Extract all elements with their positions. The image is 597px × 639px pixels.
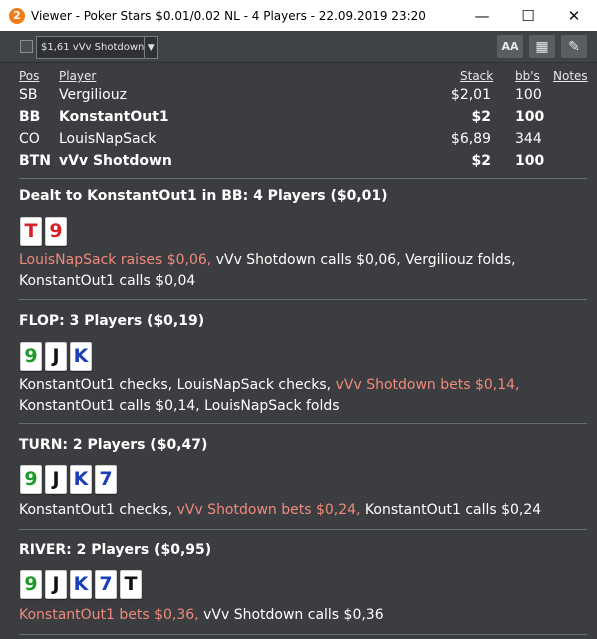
row-btn-bbs: 100 bbox=[515, 153, 545, 169]
row-bb-pos: BB bbox=[19, 109, 41, 125]
card: K bbox=[70, 465, 92, 494]
card: 9 bbox=[20, 342, 42, 371]
card: J bbox=[45, 465, 67, 494]
row-co-player[interactable]: LouisNapSack bbox=[59, 131, 156, 147]
hand-selector-dropdown[interactable]: $1,61 vVv Shotdown ▼ bbox=[36, 36, 158, 59]
turn-actions: KonstantOut1 checks, vVv Shotdown bets $… bbox=[19, 500, 587, 521]
header-pos[interactable]: Pos bbox=[19, 69, 39, 83]
header-bbs[interactable]: bb's bbox=[515, 69, 540, 83]
flop-title: FLOP: 3 Players ($0,19) bbox=[19, 313, 205, 329]
card: 9 bbox=[20, 570, 42, 599]
river-actions: KonstantOut1 bets $0,36, vVv Shotdown ca… bbox=[19, 605, 587, 626]
header-player[interactable]: Player bbox=[59, 69, 96, 83]
aggressive-action: KonstantOut1 bets $0,36, bbox=[19, 607, 199, 623]
row-bb-bbs: 100 bbox=[515, 109, 545, 125]
row-btn-player[interactable]: vVv Shotdown bbox=[59, 153, 172, 169]
action-text: KonstantOut1 checks, bbox=[19, 502, 177, 518]
flop-cards: 9 J K bbox=[20, 342, 95, 372]
toolbar: $1,61 vVv Shotdown ▼ AA ▦ ✎ bbox=[0, 31, 597, 63]
divider bbox=[19, 529, 587, 530]
maximize-button[interactable]: ☐ bbox=[505, 0, 551, 31]
title-bar[interactable]: 2 Viewer - Poker Stars $0.01/0.02 NL - 4… bbox=[0, 0, 597, 31]
row-co-stack: $6,89 bbox=[450, 131, 491, 147]
aggressive-action: vVv Shotdown bets $0,14, bbox=[335, 377, 520, 393]
pencil-icon[interactable]: ✎ bbox=[561, 35, 587, 58]
row-btn-pos: BTN bbox=[19, 153, 51, 169]
select-hand-checkbox[interactable] bbox=[20, 40, 33, 53]
divider bbox=[19, 423, 587, 424]
hand-history-content: Pos Player Stack bb's Notes SB Vergiliou… bbox=[0, 63, 597, 639]
card: 7 bbox=[95, 570, 117, 599]
row-sb-stack: $2,01 bbox=[450, 87, 491, 103]
close-button[interactable]: ✕ bbox=[551, 0, 597, 31]
minimize-button[interactable]: — bbox=[459, 0, 505, 31]
chevron-down-icon[interactable]: ▼ bbox=[144, 37, 157, 58]
card: K bbox=[70, 342, 92, 371]
river-title: RIVER: 2 Players ($0,95) bbox=[19, 542, 212, 558]
hole-cards: T 9 bbox=[20, 217, 70, 247]
row-btn-stack: $2 bbox=[471, 153, 491, 169]
aggressive-action: vVv Shotdown bets $0,24, bbox=[176, 502, 361, 518]
row-sb-bbs: 100 bbox=[515, 87, 542, 103]
card: T bbox=[20, 217, 42, 246]
card: 7 bbox=[95, 465, 117, 494]
action-text: KonstantOut1 calls $0,14, LouisNapSack f… bbox=[19, 398, 340, 414]
row-sb-pos: SB bbox=[19, 87, 38, 103]
card: J bbox=[45, 342, 67, 371]
grid-icon[interactable]: ▦ bbox=[529, 35, 555, 58]
row-sb-player[interactable]: Vergiliouz bbox=[59, 87, 127, 103]
row-co-pos: CO bbox=[19, 131, 40, 147]
card: T bbox=[120, 570, 142, 599]
font-size-button[interactable]: AA bbox=[497, 35, 523, 58]
card: J bbox=[45, 570, 67, 599]
action-text: KonstantOut1 checks, LouisNapSack checks… bbox=[19, 377, 336, 393]
row-co-bbs: 344 bbox=[515, 131, 542, 147]
card: K bbox=[70, 570, 92, 599]
divider bbox=[19, 634, 587, 635]
flop-actions: KonstantOut1 checks, LouisNapSack checks… bbox=[19, 375, 587, 417]
card: 9 bbox=[20, 465, 42, 494]
divider bbox=[19, 178, 587, 179]
row-bb-player[interactable]: KonstantOut1 bbox=[59, 109, 169, 125]
app-logo-icon: 2 bbox=[9, 7, 25, 24]
aggressive-action: LouisNapSack raises $0,06, bbox=[19, 252, 212, 268]
row-bb-stack: $2 bbox=[471, 109, 491, 125]
header-stack[interactable]: Stack bbox=[460, 69, 493, 83]
card: 9 bbox=[45, 217, 67, 246]
hand-viewer-window: 2 Viewer - Poker Stars $0.01/0.02 NL - 4… bbox=[0, 0, 597, 639]
action-text: vVv Shotdown calls $0,36 bbox=[198, 607, 384, 623]
hand-selector-value: $1,61 vVv Shotdown bbox=[41, 42, 145, 53]
header-notes[interactable]: Notes bbox=[553, 69, 588, 83]
divider bbox=[19, 299, 587, 300]
preflop-title: Dealt to KonstantOut1 in BB: 4 Players (… bbox=[19, 188, 388, 204]
river-cards: 9 J K 7 T bbox=[20, 570, 145, 600]
action-text: KonstantOut1 calls $0,24 bbox=[360, 502, 542, 518]
turn-title: TURN: 2 Players ($0,47) bbox=[19, 437, 208, 453]
preflop-actions: LouisNapSack raises $0,06, vVv Shotdown … bbox=[19, 250, 587, 292]
window-title: Viewer - Poker Stars $0.01/0.02 NL - 4 P… bbox=[31, 8, 426, 23]
turn-cards: 9 J K 7 bbox=[20, 465, 120, 495]
